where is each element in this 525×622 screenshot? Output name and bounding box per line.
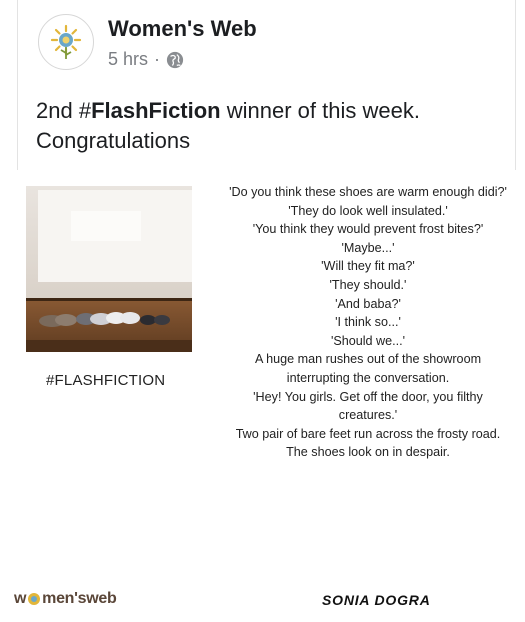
story-text: 'Do you think these shoes are warm enoug…: [218, 183, 518, 462]
story-line: 'Hey! You girls. Get off the door, you f…: [253, 389, 483, 404]
post-header: Women's Web 5 hrs ·: [38, 14, 508, 84]
story-line: A huge man rushes out of the showroom: [254, 352, 482, 367]
brand-text-part3: web: [86, 590, 117, 607]
story-line: creatures.': [338, 408, 398, 423]
post-text-line2: Congratulations: [36, 128, 191, 153]
post-left-border: [17, 0, 18, 170]
page-avatar[interactable]: [38, 14, 94, 70]
post-right-border: [515, 0, 516, 170]
brand-text-part1: w: [14, 590, 27, 607]
author-name: SONIA DOGRA: [322, 592, 431, 608]
story-line: 'And baba?': [335, 296, 401, 311]
story-line: 'Should we...': [330, 333, 406, 348]
womens-web-logo: w men's web: [14, 586, 117, 612]
story-line: 'Do you think these shoes are warm enoug…: [229, 185, 507, 199]
post-text-prefix: 2nd #: [36, 98, 92, 123]
globe-icon[interactable]: [166, 51, 184, 69]
meta-separator: ·: [154, 49, 161, 69]
post-text-line1: 2nd #FlashFiction winner of this week.: [36, 96, 506, 126]
post-time[interactable]: 5 hrs: [108, 49, 148, 70]
story-line: The shoes look on in despair.: [286, 445, 450, 460]
shoes-photo-image: [26, 186, 192, 352]
post-text: 2nd #FlashFiction winner of this week. C…: [36, 96, 506, 156]
story-line: 'They should.': [329, 277, 407, 292]
post-text-hashtag[interactable]: FlashFiction: [91, 98, 221, 123]
shoes-photo[interactable]: [26, 186, 192, 352]
story-line: 'Maybe...': [341, 240, 395, 255]
story-line: interrupting the conversation.: [286, 370, 450, 385]
story-line: 'I think so...': [335, 315, 401, 330]
story-line: 'They do look well insulated.': [288, 203, 448, 218]
brand-text-part2: men's: [42, 590, 87, 607]
page-name[interactable]: Women's Web: [108, 16, 257, 42]
story-line: Two pair of bare feet run across the fro…: [235, 426, 501, 441]
post-text-suffix: winner of this week.: [220, 98, 420, 123]
story-line: 'You think they would prevent frost bite…: [252, 222, 484, 237]
sunflower-logo-icon: [50, 24, 82, 59]
sunflower-icon: [28, 593, 41, 605]
story-line: 'Will they fit ma?': [321, 259, 415, 274]
post-meta: 5 hrs ·: [108, 49, 184, 70]
image-hashtag: #FLASHFICTION: [46, 372, 166, 389]
